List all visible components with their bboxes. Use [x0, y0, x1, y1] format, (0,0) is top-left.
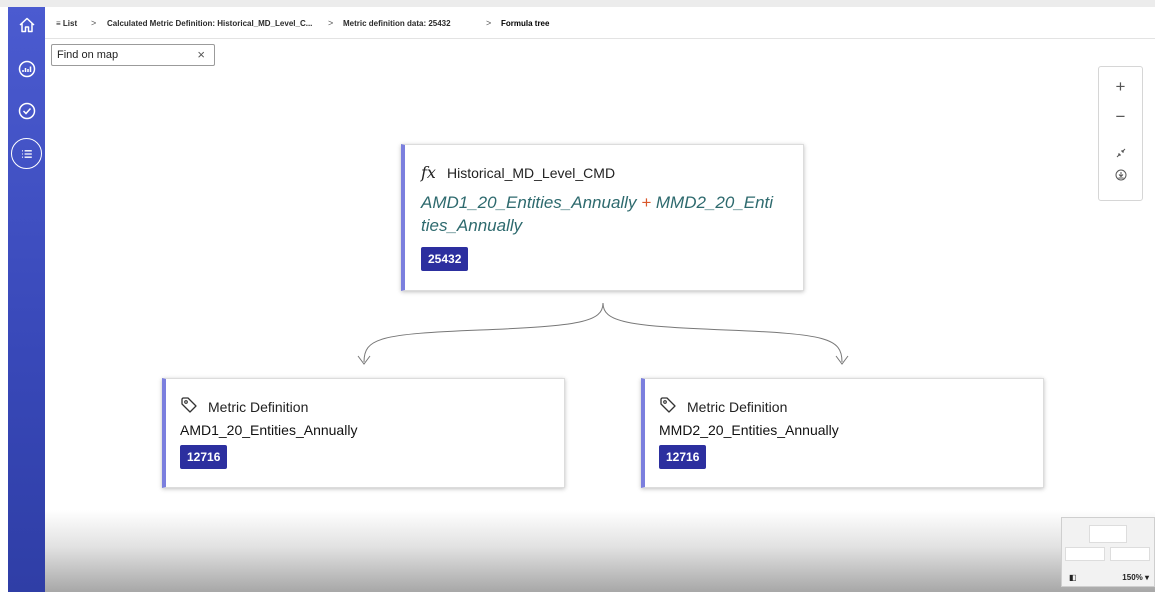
gauge-icon[interactable] [17, 59, 37, 79]
breadcrumb-item-metric-data[interactable]: Metric definition data: 25432 [343, 19, 451, 28]
function-icon: fx [421, 163, 436, 182]
fit-to-screen-button[interactable] [1099, 145, 1142, 163]
breadcrumb-item-formula-tree: Formula tree [501, 19, 550, 28]
minimap-root-node [1089, 525, 1127, 543]
minimap-child-node [1110, 547, 1150, 561]
breadcrumb-item-calculated-metric[interactable]: Calculated Metric Definition: Historical… [107, 19, 312, 28]
close-icon[interactable]: × [197, 47, 205, 62]
breadcrumb-list-link[interactable]: ≡ List [56, 19, 77, 28]
tag-icon [181, 397, 197, 413]
id-badge: 12716 [659, 445, 707, 469]
zoom-in-button[interactable]: + [1099, 77, 1142, 97]
node-title: Metric Definition [687, 399, 788, 415]
list-icon: ≡ [56, 19, 61, 28]
formula-operator: + [641, 193, 652, 212]
formula-expression: AMD1_20_Entities_Annually + MMD2_20_Enti… [421, 191, 791, 237]
minimap-child-node [1065, 547, 1105, 561]
id-badge: 12716 [180, 445, 228, 469]
top-strip [0, 0, 1155, 7]
formula-root-node[interactable]: fx Historical_MD_Level_CMD AMD1_20_Entit… [401, 144, 804, 291]
zoom-out-button[interactable]: − [1099, 107, 1142, 127]
zoom-level-select[interactable]: 150% ▾ [1122, 573, 1149, 582]
metric-definition-node-amd1[interactable]: Metric Definition AMD1_20_Entities_Annua… [162, 378, 565, 488]
chevron-right-icon: > [91, 18, 97, 28]
minimap[interactable]: ◧ 150% ▾ [1061, 517, 1155, 587]
node-name: AMD1_20_Entities_Annually [180, 422, 358, 438]
list-icon[interactable] [11, 138, 42, 169]
fit-icon [1116, 148, 1125, 158]
download-button[interactable] [1099, 168, 1142, 186]
chevron-right-icon: > [486, 18, 492, 28]
root-id-badge: 25432 [421, 247, 469, 271]
minimap-toggle-icon[interactable]: ◧ [1069, 573, 1077, 582]
metric-definition-node-mmd2[interactable]: Metric Definition MMD2_20_Entities_Annua… [641, 378, 1044, 488]
home-icon[interactable] [17, 15, 37, 35]
chevron-right-icon: > [328, 18, 334, 28]
zoom-controls: + − [1098, 66, 1143, 201]
sidebar [8, 7, 45, 592]
download-icon [1115, 169, 1126, 181]
check-circle-icon[interactable] [17, 101, 37, 121]
tree-connectors [357, 302, 849, 365]
formula-left-operand: AMD1_20_Entities_Annually [421, 193, 637, 212]
find-on-map-input[interactable] [57, 47, 187, 63]
tag-icon [660, 397, 676, 413]
bottom-fade-overlay [45, 510, 1155, 592]
root-node-name: Historical_MD_Level_CMD [447, 165, 616, 181]
node-name: MMD2_20_Entities_Annually [659, 422, 839, 438]
find-on-map-field: × [51, 44, 215, 66]
breadcrumb: ≡ List > Calculated Metric Definition: H… [45, 14, 1155, 39]
node-title: Metric Definition [208, 399, 309, 415]
